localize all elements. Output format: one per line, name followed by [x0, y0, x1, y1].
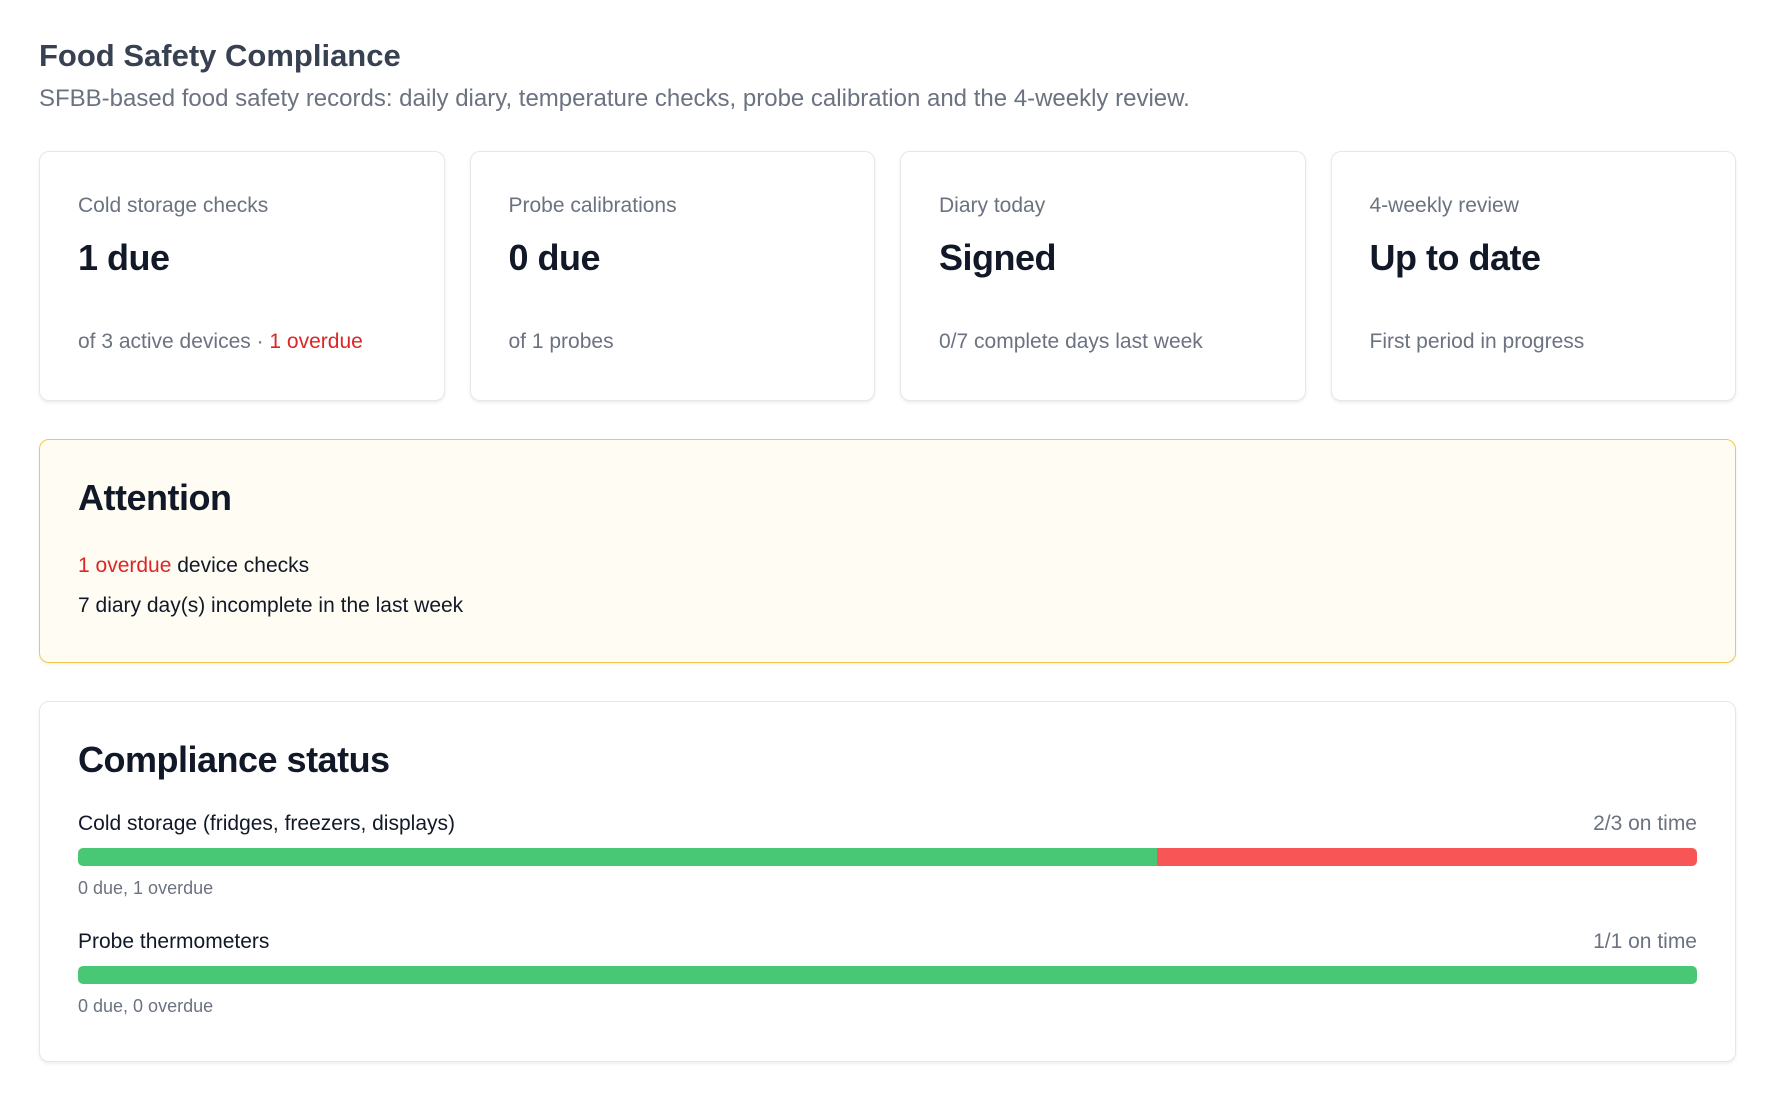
diary-today-card[interactable]: Diary today Signed 0/7 complete days las… [900, 151, 1306, 401]
cold-storage-checks-card[interactable]: Cold storage checks 1 due of 3 active de… [39, 151, 445, 401]
card-label: Cold storage checks [78, 194, 269, 217]
four-weekly-review-card[interactable]: 4-weekly review Up to date First period … [1330, 151, 1736, 401]
card-note: of 3 active devices · 1 overdue [78, 328, 363, 356]
card-value: 0 due [508, 237, 601, 278]
card-label: Diary today [939, 194, 1046, 217]
attention-list: 1 overdue device checks 7 diary day(s) i… [78, 546, 1697, 626]
attention-title: Attention [78, 477, 232, 518]
card-label: 4-weekly review [1369, 194, 1519, 217]
compliance-progress-bar [78, 966, 1697, 984]
row-detail: 0 due, 1 overdue [78, 878, 214, 898]
card-note: First period in progress [1369, 330, 1585, 353]
on-time-segment [78, 848, 1158, 866]
card-note: 0/7 complete days last week [939, 330, 1203, 353]
row-detail: 0 due, 0 overdue [78, 996, 214, 1016]
row-label: Probe thermometers [78, 930, 270, 953]
row-ratio: 2/3 on time [1593, 812, 1697, 835]
compliance-progress-bar [78, 848, 1697, 866]
card-note-text: of 3 active devices · [78, 330, 270, 353]
card-value: Up to date [1369, 237, 1541, 278]
overdue-count: 1 overdue [78, 554, 172, 577]
attention-panel: Attention 1 overdue device checks 7 diar… [39, 439, 1736, 663]
compliance-status-panel: Compliance status Cold storage (fridges,… [39, 701, 1736, 1062]
card-note: of 1 probes [508, 330, 614, 353]
card-value: Signed [939, 237, 1057, 278]
row-label: Cold storage (fridges, freezers, display… [78, 812, 455, 835]
overdue-segment [1157, 848, 1697, 866]
overdue-count: 1 overdue [269, 330, 363, 353]
card-label: Probe calibrations [508, 194, 677, 217]
compliance-status-title: Compliance status [78, 739, 390, 780]
on-time-segment [78, 966, 1697, 984]
food-safety-dashboard: Food Safety Compliance SFBB-based food s… [39, 36, 1736, 1062]
row-ratio: 1/1 on time [1593, 930, 1697, 953]
summary-cards: Cold storage checks 1 due of 3 active de… [39, 151, 1736, 401]
card-value: 1 due [78, 237, 170, 278]
attention-item-overdue-checks[interactable]: 1 overdue device checks [78, 546, 1697, 586]
compliance-row-probe-thermometers: Probe thermometers 1/1 on time 0 due, 0 … [78, 928, 1697, 1018]
page-subtitle: SFBB-based food safety records: daily di… [39, 85, 1190, 112]
attention-item-incomplete-diary[interactable]: 7 diary day(s) incomplete in the last we… [78, 586, 1697, 626]
compliance-rows: Cold storage (fridges, freezers, display… [78, 810, 1697, 1018]
probe-calibrations-card[interactable]: Probe calibrations 0 due of 1 probes [469, 151, 875, 401]
page-title: Food Safety Compliance [39, 38, 401, 73]
attention-item-text: device checks [171, 554, 310, 577]
compliance-row-cold-storage: Cold storage (fridges, freezers, display… [78, 810, 1697, 900]
